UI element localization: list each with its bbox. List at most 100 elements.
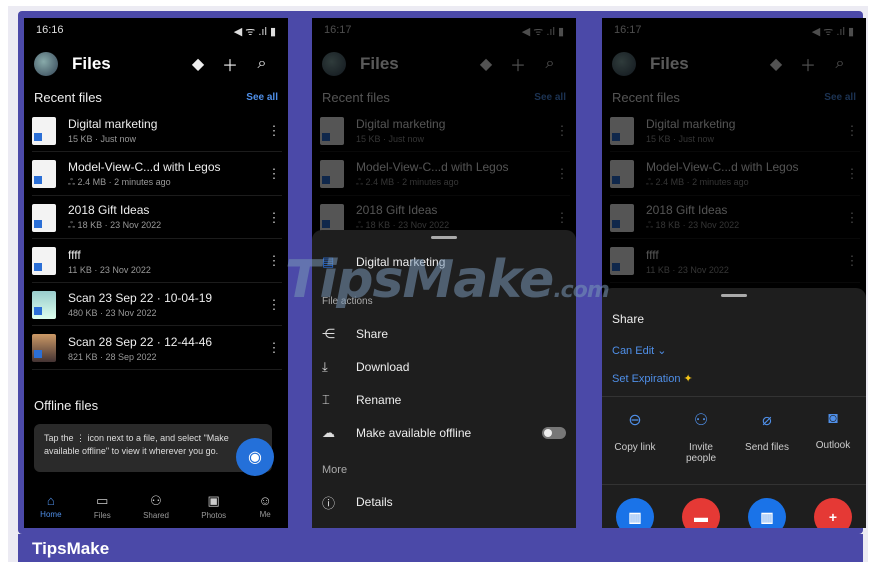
file-meta: 15 KB · Just now bbox=[356, 134, 425, 144]
share-app-icon[interactable]: ▥ bbox=[616, 498, 654, 528]
file-list-item[interactable]: 2018 Gift Ideas ஃ 18 KB · 23 Nov 2022 ⋮ bbox=[610, 197, 860, 239]
home-icon: ⌂ bbox=[46, 493, 55, 508]
file-thumbnail bbox=[320, 116, 344, 145]
premium-diamond-icon: ◆ bbox=[769, 56, 783, 73]
status-icons: ◀ ᯤ .ıl ▮ bbox=[521, 26, 564, 38]
nav-item-photos[interactable]: ▣ Photos bbox=[201, 493, 226, 520]
file-thumbnail bbox=[610, 160, 634, 188]
share-option-invite-people[interactable]: ⚇ Invite people bbox=[674, 410, 728, 464]
person-icon: ☺ bbox=[258, 493, 272, 508]
file-info: Scan 23 Sep 22 · 10-04-19 480 KB · 23 Nov… bbox=[68, 291, 266, 318]
nav-item-me[interactable]: ☺ Me bbox=[258, 493, 271, 519]
nav-item-shared[interactable]: ⚇ Shared bbox=[143, 493, 169, 520]
nav-item-home[interactable]: ⌂ Home bbox=[40, 493, 61, 519]
more-options-icon[interactable]: ⋮ bbox=[266, 297, 282, 313]
file-thumbnail bbox=[32, 247, 56, 275]
add-icon[interactable]: ＋ bbox=[214, 52, 246, 76]
file-name: Model-View-C...d with Legos bbox=[646, 159, 799, 174]
recent-files-label: Recent files bbox=[34, 90, 102, 105]
more-options-icon[interactable]: ⋮ bbox=[266, 166, 282, 182]
action-rename[interactable]: ⌶ Rename bbox=[322, 388, 566, 412]
file-thumbnail bbox=[610, 203, 634, 232]
set-expiration-label: Set Expiration bbox=[612, 373, 681, 385]
see-all-link: See all bbox=[534, 92, 566, 103]
share-option-copy-link[interactable]: ⊖ Copy link bbox=[608, 410, 662, 464]
file-list-item[interactable]: Digital marketing 15 KB · Just now ⋮ bbox=[610, 110, 860, 152]
file-list-item[interactable]: 2018 Gift Ideas ஃ 18 KB · 23 Nov 2022 ⋮ bbox=[32, 197, 282, 239]
camera-icon: ◉ bbox=[248, 449, 262, 466]
file-thumbnail bbox=[610, 247, 634, 275]
file-info: Scan 28 Sep 22 · 12-44-46 821 KB · 28 Sep… bbox=[68, 335, 266, 362]
see-all-link[interactable]: See all bbox=[246, 92, 278, 103]
offline-toggle[interactable] bbox=[542, 427, 566, 439]
sheet-drag-handle[interactable] bbox=[721, 294, 747, 297]
sheet-drag-handle[interactable] bbox=[431, 236, 457, 239]
share-option-outlook[interactable]: ◙ Outlook bbox=[806, 410, 860, 464]
download-icon: ⤓ bbox=[322, 359, 328, 374]
set-expiration-link[interactable]: Set Expiration ✦ bbox=[612, 372, 693, 385]
more-options-icon[interactable]: ⋮ bbox=[266, 253, 282, 269]
add-icon: ＋ bbox=[799, 58, 816, 75]
avatar[interactable] bbox=[34, 52, 58, 76]
file-list-item[interactable]: Model-View-C...d with Legos ஃ 2.4 MB · 2 … bbox=[610, 154, 860, 196]
more-options-icon[interactable]: ⋮ bbox=[844, 166, 860, 182]
share-app-icon[interactable]: + bbox=[814, 498, 852, 528]
nav-item-files[interactable]: ▭ Files bbox=[94, 493, 111, 520]
file-list-item[interactable]: Model-View-C...d with Legos ஃ 2.4 MB · 2 … bbox=[32, 154, 282, 196]
more-options-icon[interactable]: ⋮ bbox=[844, 210, 860, 226]
recent-files-header: Recent files See all bbox=[322, 90, 566, 105]
phone-screen-files-home: 16:16 ◀ ᯤ .ıl ▮ Files ◆ ＋ ⌕ Recent files… bbox=[24, 18, 288, 528]
premium-diamond-icon: ◆ bbox=[479, 56, 493, 73]
file-name: 2018 Gift Ideas bbox=[356, 203, 438, 217]
file-list-item[interactable]: ffff 11 KB · 23 Nov 2022 ⋮ bbox=[610, 241, 860, 283]
can-edit-dropdown[interactable]: Can Edit ⌄ bbox=[612, 344, 666, 357]
file-list-item[interactable]: Model-View-C...d with Legos ஃ 2.4 MB · 2 … bbox=[320, 154, 570, 196]
share-option-send-files[interactable]: ⌀ Send files bbox=[740, 410, 794, 464]
file-list-item[interactable]: ffff 11 KB · 23 Nov 2022 ⋮ bbox=[32, 241, 282, 283]
brand-footer: TipsMake bbox=[18, 534, 863, 562]
app-bar: Files ◆ ＋ ⌕ bbox=[312, 46, 576, 82]
more-options-icon[interactable]: ⋮ bbox=[266, 123, 282, 139]
action-share[interactable]: ⋲ Share bbox=[322, 322, 566, 346]
more-options-icon[interactable]: ⋮ bbox=[844, 253, 860, 269]
more-options-icon[interactable]: ⋮ bbox=[554, 210, 570, 226]
premium-star-icon: ✦ bbox=[683, 373, 693, 385]
shared-icon: ⚇ bbox=[150, 492, 162, 508]
app-title: Files bbox=[72, 54, 111, 73]
file-meta: ஃ 18 KB · 23 Nov 2022 bbox=[68, 220, 162, 230]
photos-icon: ▣ bbox=[207, 492, 220, 508]
outlook-icon: ◙ bbox=[828, 410, 838, 427]
more-options-icon[interactable]: ⋮ bbox=[266, 210, 282, 226]
camera-scan-button[interactable]: ◉ bbox=[236, 438, 274, 476]
action-make-available-offline[interactable]: ☁ Make available offline bbox=[322, 421, 566, 445]
share-icon: ⋲ bbox=[322, 326, 335, 341]
file-meta: 11 KB · 23 Nov 2022 bbox=[646, 264, 729, 275]
file-list-item[interactable]: Digital marketing 15 KB · Just now ⋮ bbox=[320, 110, 570, 152]
share-option-label: Invite people bbox=[685, 442, 717, 464]
action-label: Rename bbox=[356, 393, 402, 407]
details-action[interactable]: ⓘ Details bbox=[322, 490, 566, 514]
more-options-icon[interactable]: ⋮ bbox=[844, 123, 860, 139]
watermark-logo: TipsMake.com bbox=[285, 250, 610, 310]
file-name: 2018 Gift Ideas bbox=[646, 203, 728, 217]
more-options-icon[interactable]: ⋮ bbox=[554, 123, 570, 139]
premium-diamond-icon[interactable]: ◆ bbox=[182, 54, 214, 74]
file-list-item[interactable]: Digital marketing 15 KB · Just now ⋮ bbox=[32, 110, 282, 152]
more-options-icon[interactable]: ⋮ bbox=[554, 166, 570, 182]
action-download[interactable]: ⤓ Download bbox=[322, 355, 566, 379]
share-app-icon[interactable]: ▥ bbox=[748, 498, 786, 528]
file-name: Digital marketing bbox=[646, 117, 736, 131]
file-list-item[interactable]: Scan 28 Sep 22 · 12-44-46 821 KB · 28 Sep… bbox=[32, 328, 282, 370]
file-list-item[interactable]: Scan 23 Sep 22 · 10-04-19 480 KB · 23 Nov… bbox=[32, 284, 282, 326]
search-icon[interactable]: ⌕ bbox=[246, 55, 278, 73]
search-icon: ⌕ bbox=[835, 55, 845, 72]
file-meta: 11 KB · 23 Nov 2022 bbox=[68, 264, 151, 275]
app-bar: Files ◆ ＋ ⌕ bbox=[24, 46, 288, 82]
file-info: ffff 11 KB · 23 Nov 2022 bbox=[68, 248, 266, 275]
nav-label: Home bbox=[40, 510, 62, 519]
file-meta: ஃ 2.4 MB · 2 minutes ago bbox=[646, 176, 749, 187]
more-options-icon[interactable]: ⋮ bbox=[266, 340, 282, 356]
status-bar: 16:17 ◀ ᯤ .ıl ▮ bbox=[312, 18, 576, 42]
share-app-icon[interactable]: ▬ bbox=[682, 498, 720, 528]
file-name: Scan 28 Sep 22 · 12-44-46 bbox=[68, 334, 213, 349]
